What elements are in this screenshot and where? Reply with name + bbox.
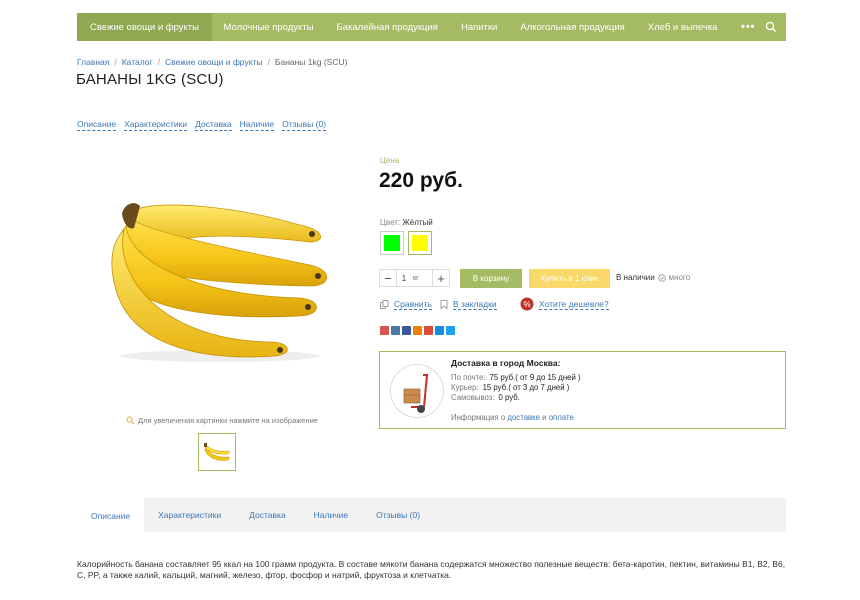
- delivery-info-prefix: Информация о: [451, 413, 506, 422]
- color-swatch-yellow[interactable]: [408, 231, 432, 255]
- tab-delivery[interactable]: Доставка: [235, 498, 300, 532]
- nav-item-vegetables-fruits[interactable]: Свежие овощи и фрукты: [77, 13, 212, 41]
- breadcrumb-category[interactable]: Свежие овощи и фрукты: [165, 57, 263, 67]
- tab-availability[interactable]: Наличие: [300, 498, 362, 532]
- bookmark-link-text[interactable]: В закладки: [453, 299, 497, 310]
- anchor-availability[interactable]: Наличие: [239, 119, 275, 131]
- delivery-info-and: и: [542, 413, 547, 422]
- delivery-box: Доставка в город Москва: По почте: 75 руб…: [379, 351, 786, 429]
- delivery-row-courier: Курьер: 15 руб.( от 3 до 7 дней ): [451, 383, 569, 392]
- delivery-title: Доставка в город Москва:: [451, 358, 561, 368]
- breadcrumb-separator: /: [157, 57, 161, 67]
- buy-one-click-button[interactable]: Купить в 1 клик: [529, 269, 610, 288]
- nav-item-alcohol[interactable]: Алкогольная продукция: [509, 13, 636, 41]
- anchor-delivery[interactable]: Доставка: [195, 119, 232, 131]
- price-label: Цена: [380, 156, 400, 165]
- nav-item-dairy[interactable]: Молочные продукты: [212, 13, 325, 41]
- top-navigation: Свежие овощи и фрукты Молочные продукты …: [77, 13, 786, 41]
- color-swatch-green[interactable]: [380, 231, 404, 255]
- breadcrumb-current: Бананы 1kg (SCU): [274, 57, 348, 67]
- stock-status: В наличии много: [616, 273, 690, 282]
- anchor-description[interactable]: Описание: [77, 119, 117, 131]
- delivery-method: Самовывоз:: [451, 393, 495, 402]
- nav-item-drinks[interactable]: Напитки: [449, 13, 508, 41]
- quantity-unit: кг: [413, 274, 419, 282]
- vk-icon[interactable]: [391, 326, 400, 335]
- anchor-links: Описание Характеристики Доставка Наличие…: [77, 119, 327, 131]
- breadcrumb-catalog[interactable]: Каталог: [122, 57, 153, 67]
- product-description: Калорийность банана составляет 95 ккал н…: [77, 559, 786, 580]
- nav-item-grocery[interactable]: Бакалейная продукция: [325, 13, 449, 41]
- bookmark-link[interactable]: В закладки: [440, 299, 497, 310]
- tab-reviews[interactable]: Отзывы (0): [362, 498, 434, 532]
- svg-text:%: %: [523, 300, 530, 309]
- delivery-method: Курьер:: [451, 383, 479, 392]
- product-price: 220 руб.: [379, 169, 463, 192]
- hand-truck-icon: [403, 374, 429, 413]
- compare-link[interactable]: Сравнить: [380, 299, 432, 310]
- odnoklassniki-icon[interactable]: [413, 326, 422, 335]
- google-plus-icon[interactable]: [424, 326, 433, 335]
- delivery-cost: 75 руб.( от 9 до 15 дней ): [489, 373, 581, 382]
- zoom-hint-text: Для увеличения картинки нажмите на изобр…: [138, 416, 318, 425]
- twitter-icon[interactable]: [446, 326, 455, 335]
- quantity-minus-button[interactable]: −: [380, 270, 397, 286]
- zoom-icon: [126, 416, 135, 425]
- breadcrumb-separator: /: [114, 57, 117, 67]
- color-label: Цвет: Жёлтый: [380, 218, 433, 227]
- delivery-method: По почте:: [451, 373, 486, 382]
- moimir-icon[interactable]: [435, 326, 444, 335]
- nav-item-bread[interactable]: Хлеб и выпечка: [636, 13, 729, 41]
- delivery-info: Информация о доставке и оплате: [451, 413, 574, 422]
- nav-more-button[interactable]: •••: [729, 13, 768, 41]
- add-to-cart-button[interactable]: В корзину: [460, 269, 522, 288]
- stock-check-icon: [657, 273, 666, 282]
- delivery-row-post: По почте: 75 руб.( от 9 до 15 дней ): [451, 373, 581, 382]
- banana-thumbnail-icon: [204, 443, 230, 461]
- delivery-image: [390, 364, 444, 418]
- tab-characteristics[interactable]: Характеристики: [144, 498, 235, 532]
- search-icon[interactable]: [764, 20, 778, 34]
- product-thumbnail[interactable]: [198, 433, 236, 471]
- tab-description[interactable]: Описание: [77, 498, 145, 532]
- facebook-icon[interactable]: [402, 326, 411, 335]
- zoom-hint: Для увеличения картинки нажмите на изобр…: [126, 416, 318, 425]
- quantity-value[interactable]: 1: [397, 274, 411, 283]
- quantity-plus-button[interactable]: +: [432, 270, 449, 286]
- color-value: Жёлтый: [402, 218, 433, 227]
- stock-amount: много: [668, 273, 691, 282]
- color-label-text: Цвет:: [380, 218, 401, 227]
- breadcrumb-separator: /: [267, 57, 270, 67]
- payment-info-link[interactable]: оплате: [549, 413, 574, 422]
- delivery-info-link[interactable]: доставке: [507, 413, 540, 422]
- swatch-fill: [412, 235, 428, 251]
- swatch-fill: [384, 235, 400, 251]
- cheaper-link-text[interactable]: Хотите дешевле?: [539, 299, 609, 310]
- cheaper-link[interactable]: % Хотите дешевле?: [520, 297, 609, 311]
- product-image[interactable]: [100, 190, 340, 365]
- anchor-characteristics[interactable]: Характеристики: [124, 119, 188, 131]
- breadcrumb-home[interactable]: Главная: [77, 57, 109, 67]
- percent-icon: %: [520, 297, 534, 311]
- social-share: [380, 326, 455, 335]
- anchor-reviews[interactable]: Отзывы (0): [282, 119, 327, 131]
- bookmark-icon: [440, 300, 448, 309]
- delivery-row-pickup: Самовывоз: 0 руб.: [451, 393, 520, 402]
- compare-link-text[interactable]: Сравнить: [394, 299, 432, 310]
- delivery-cost: 0 руб.: [498, 393, 520, 402]
- stock-label: В наличии: [616, 273, 655, 282]
- product-tabs: Описание Характеристики Доставка Наличие…: [77, 498, 786, 532]
- breadcrumb: Главная / Каталог / Свежие овощи и фрукты / Ба…: [77, 57, 347, 67]
- page-title: БАНАНЫ 1KG (SCU): [76, 71, 224, 88]
- quantity-stepper: − 1 кг +: [379, 269, 450, 287]
- compare-icon: [380, 300, 389, 309]
- delivery-cost: 15 руб.( от 3 до 7 дней ): [482, 383, 570, 392]
- share-icon-1[interactable]: [380, 326, 389, 335]
